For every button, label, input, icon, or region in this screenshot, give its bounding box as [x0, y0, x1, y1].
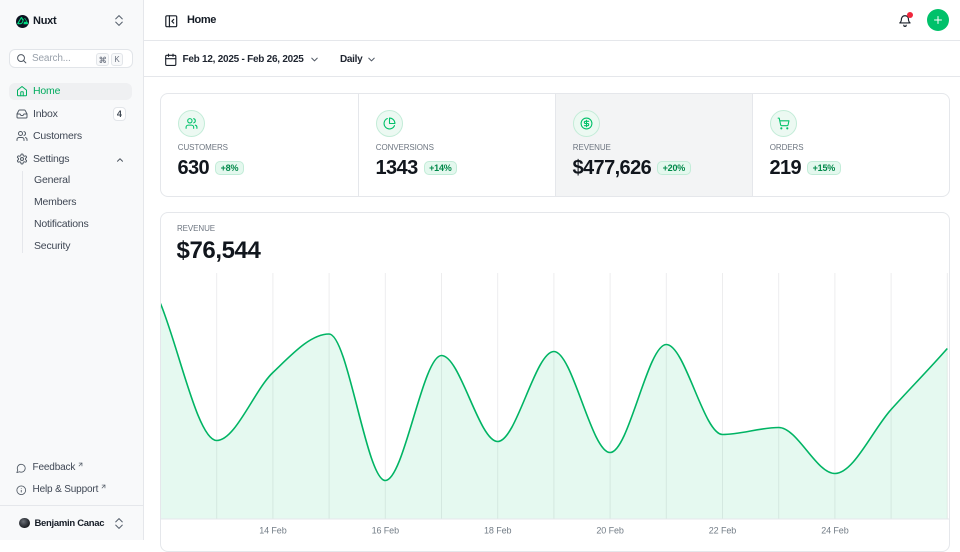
svg-text:18 Feb: 18 Feb [484, 525, 512, 535]
svg-text:16 Feb: 16 Feb [372, 525, 400, 535]
svg-text:22 Feb: 22 Feb [709, 525, 737, 535]
svg-text:24 Feb: 24 Feb [821, 525, 849, 535]
svg-text:20 Feb: 20 Feb [596, 525, 624, 535]
svg-text:14 Feb: 14 Feb [259, 525, 287, 535]
